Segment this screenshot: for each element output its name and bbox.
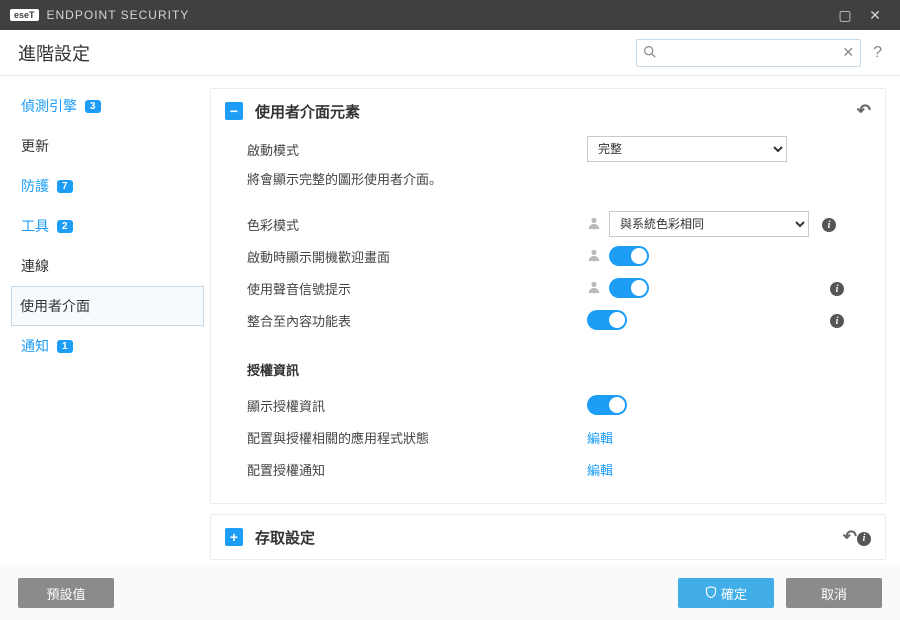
cancel-button[interactable]: 取消	[786, 578, 882, 608]
top-bar: 進階設定 ✕ ?	[0, 30, 900, 76]
sidebar: 偵測引擎 3 更新 防護 7 工具 2 連線 使用者介面 通知 1	[0, 76, 210, 366]
panel-title: 使用者介面元素	[255, 101, 360, 122]
sidebar-item-label: 工具	[21, 216, 49, 236]
title-bar: eseT ENDPOINT SECURITY ▢ ✕	[0, 0, 900, 30]
edit-app-states-link[interactable]: 編輯	[587, 428, 613, 447]
audio-hint-toggle[interactable]	[609, 278, 649, 298]
panel-ui-elements: − 使用者介面元素 ↶ 啟動模式 完整 將會顯示完整的圖形使用者介面。 色彩模式	[210, 88, 886, 504]
reset-icon[interactable]: ↶	[843, 527, 857, 547]
reset-icon[interactable]: ↶	[857, 101, 871, 121]
shield-icon	[705, 586, 717, 601]
ok-button[interactable]: 確定	[678, 578, 774, 608]
sidebar-item-label: 通知	[21, 336, 49, 356]
show-splash-toggle[interactable]	[609, 246, 649, 266]
startup-mode-label: 啟動模式	[247, 140, 587, 159]
search-box[interactable]: ✕	[636, 39, 861, 67]
license-section-title: 授權資訊	[247, 360, 867, 379]
page-title: 進階設定	[18, 40, 90, 66]
brand-logo: eseT	[10, 9, 39, 21]
integrate-context-label: 整合至內容功能表	[247, 311, 587, 330]
color-mode-label: 色彩模式	[247, 215, 587, 234]
sidebar-badge: 1	[57, 340, 73, 353]
config-notifications-label: 配置授權通知	[247, 460, 587, 479]
integrate-context-toggle[interactable]	[587, 310, 627, 330]
sidebar-item-user-interface[interactable]: 使用者介面	[11, 286, 204, 326]
sidebar-item-update[interactable]: 更新	[3, 126, 210, 166]
sidebar-item-label: 使用者介面	[20, 296, 90, 316]
product-title: ENDPOINT SECURITY	[47, 8, 830, 22]
color-mode-select[interactable]: 與系統色彩相同	[609, 211, 809, 237]
startup-mode-description: 將會顯示完整的圖形使用者介面。	[247, 169, 867, 188]
content-area: − 使用者介面元素 ↶ 啟動模式 完整 將會顯示完整的圖形使用者介面。 色彩模式	[210, 76, 900, 565]
sidebar-item-tools[interactable]: 工具 2	[3, 206, 210, 246]
config-app-states-label: 配置與授權相關的應用程式狀態	[247, 428, 587, 447]
sidebar-item-label: 連線	[21, 256, 49, 276]
show-license-label: 顯示授權資訊	[247, 396, 587, 415]
audio-hint-label: 使用聲音信號提示	[247, 279, 587, 298]
search-icon	[643, 45, 656, 61]
sidebar-badge: 3	[85, 100, 101, 113]
startup-mode-select[interactable]: 完整	[587, 136, 787, 162]
panel-access-settings: + 存取設定 ↶ i	[210, 514, 886, 560]
sidebar-item-protection[interactable]: 防護 7	[3, 166, 210, 206]
info-icon[interactable]: i	[857, 528, 871, 546]
sidebar-item-label: 偵測引擎	[21, 96, 77, 116]
sidebar-item-notifications[interactable]: 通知 1	[3, 326, 210, 366]
sidebar-item-label: 更新	[21, 136, 49, 156]
clear-search-icon[interactable]: ✕	[842, 44, 854, 61]
show-splash-label: 啟動時顯示開機歡迎畫面	[247, 247, 587, 266]
user-icon	[587, 216, 601, 233]
sidebar-item-label: 防護	[21, 176, 49, 196]
window-maximize-icon[interactable]: ▢	[830, 7, 860, 24]
user-icon	[587, 248, 601, 265]
panel-header-ui-elements[interactable]: − 使用者介面元素 ↶	[211, 89, 885, 133]
panel-header-access-settings[interactable]: + 存取設定 ↶ i	[211, 515, 885, 559]
sidebar-badge: 2	[57, 220, 73, 233]
info-icon[interactable]: i	[829, 280, 845, 297]
info-icon[interactable]: i	[829, 312, 845, 329]
sidebar-item-detection-engine[interactable]: 偵測引擎 3	[3, 86, 210, 126]
sidebar-badge: 7	[57, 180, 73, 193]
info-icon[interactable]: i	[821, 216, 837, 233]
footer-bar: 預設值 確定 取消	[0, 565, 900, 620]
user-icon	[587, 280, 601, 297]
help-icon[interactable]: ?	[873, 44, 882, 62]
default-button[interactable]: 預設值	[18, 578, 114, 608]
sidebar-item-connection[interactable]: 連線	[3, 246, 210, 286]
show-license-toggle[interactable]	[587, 395, 627, 415]
window-close-icon[interactable]: ✕	[860, 7, 890, 24]
search-input[interactable]	[660, 46, 842, 60]
collapse-icon[interactable]: −	[225, 102, 243, 120]
edit-notifications-link[interactable]: 編輯	[587, 460, 613, 479]
expand-icon[interactable]: +	[225, 528, 243, 546]
panel-title: 存取設定	[255, 527, 315, 548]
